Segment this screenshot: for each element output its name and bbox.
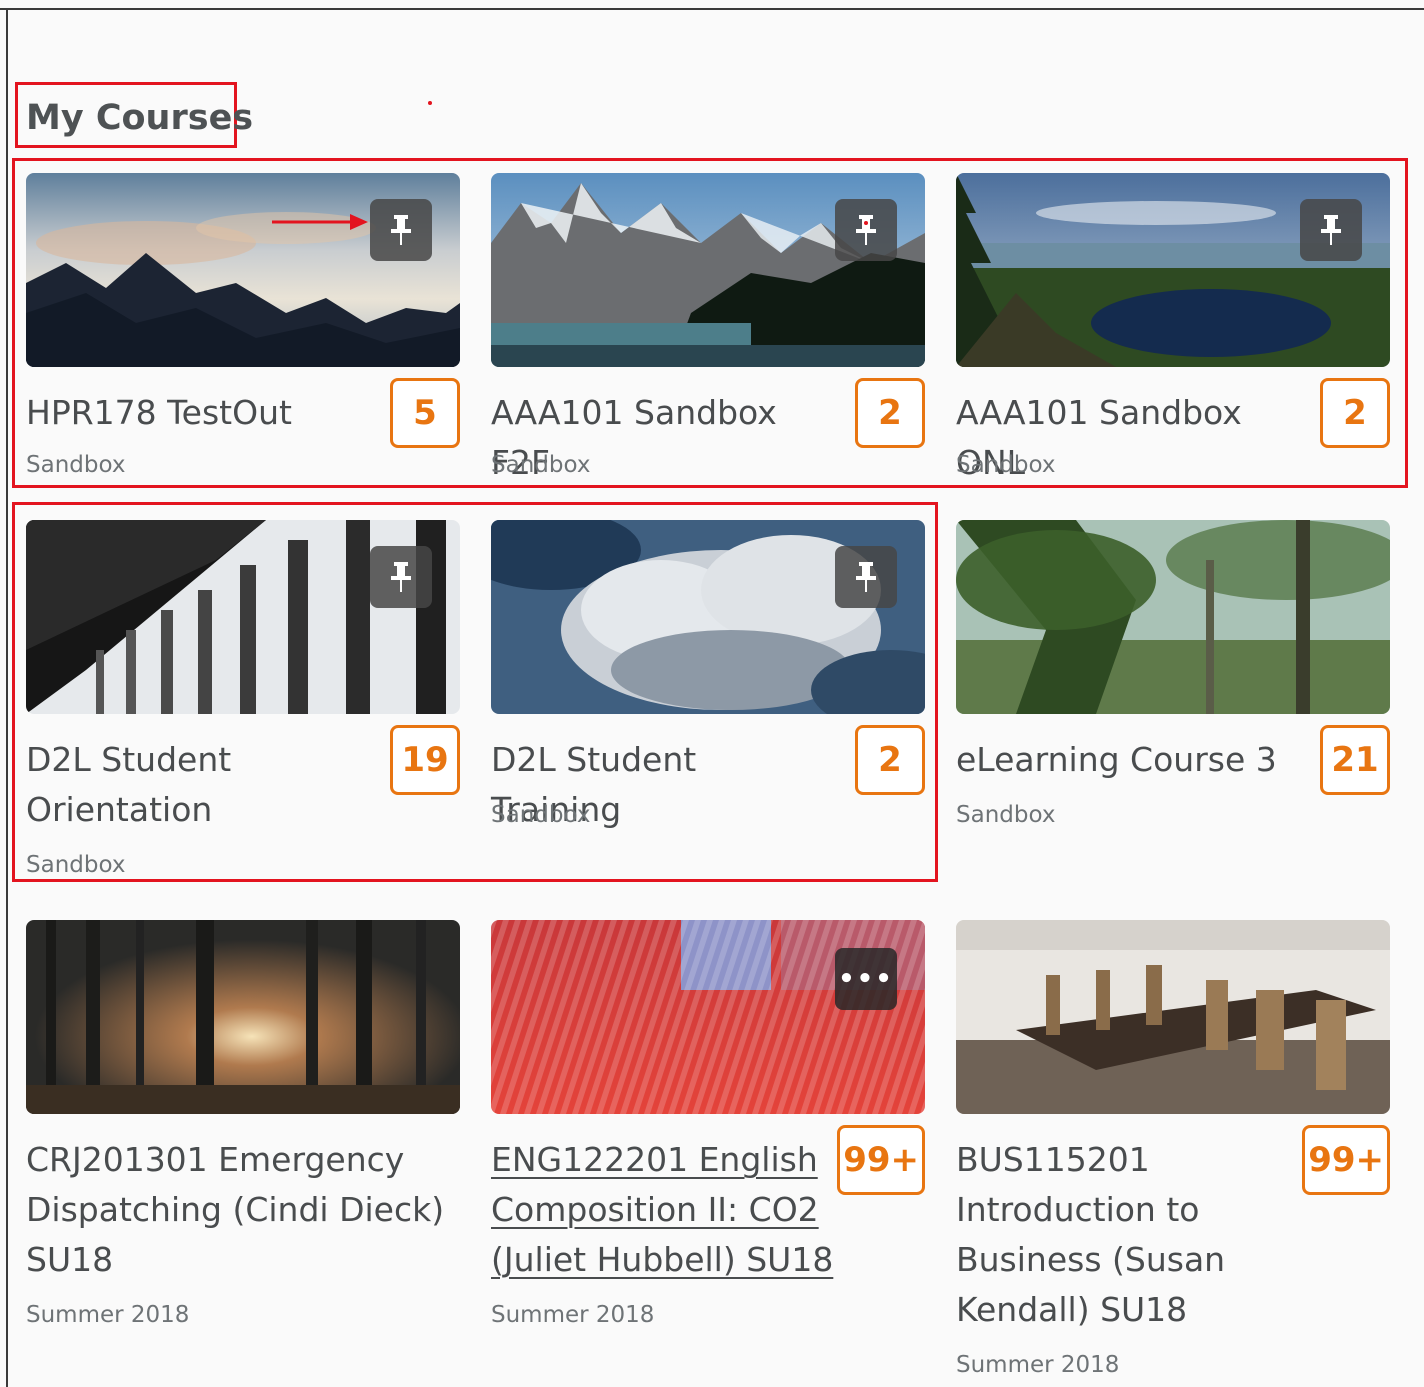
notification-badge[interactable]: 2 [855,725,925,795]
window-top-border [0,8,1424,10]
course-image-snowy-peaks-lake[interactable] [491,173,925,367]
course-image-corrugated-metal[interactable]: ••• [491,920,925,1114]
course-image-building-columns[interactable] [26,520,460,714]
course-name[interactable]: BUS115201 Introduction to Business (Susa… [956,1135,1301,1335]
course-image-mossy-forest[interactable] [956,520,1390,714]
course-semester: Sandbox [956,802,1056,828]
notification-badge[interactable]: 99+ [837,1125,925,1195]
course-image-mountain-sunset[interactable] [26,173,460,367]
more-options-button[interactable]: ••• [835,948,897,1010]
course-semester: Sandbox [26,852,126,878]
course-card[interactable]: ••• ENG122201 English Composition II: CO… [491,920,925,1328]
course-card[interactable]: AAA101 Sandbox ONL 2 Sandbox [956,173,1390,482]
course-card[interactable]: D2L Student Training 2 Sandbox [491,520,925,829]
course-name[interactable]: HPR178 TestOut [26,388,371,438]
course-semester: Summer 2018 [956,1352,1120,1378]
pin-icon [1321,215,1341,245]
pin-button[interactable] [370,199,432,261]
pin-button[interactable] [370,546,432,608]
notification-badge[interactable]: 19 [390,725,460,795]
course-card[interactable]: CRJ201301 Emergency Dispatching (Cindi D… [26,920,460,1328]
notification-badge[interactable]: 99+ [1302,1125,1390,1195]
course-image-sunlit-forest[interactable] [26,920,460,1114]
annotation-arrow [272,214,368,230]
course-semester: Summer 2018 [491,1302,655,1328]
course-card[interactable]: eLearning Course 3 21 Sandbox [956,520,1390,828]
course-semester: Sandbox [956,452,1056,478]
annotation-dot [428,101,432,105]
course-semester: Sandbox [491,452,591,478]
notification-badge[interactable]: 2 [1320,378,1390,448]
notification-badge[interactable]: 5 [390,378,460,448]
course-semester: Sandbox [491,802,591,828]
notification-badge[interactable]: 2 [855,378,925,448]
pin-button[interactable] [835,546,897,608]
course-semester: Sandbox [26,452,126,478]
course-image-conference-room[interactable] [956,920,1390,1114]
course-name[interactable]: CRJ201301 Emergency Dispatching (Cindi D… [26,1135,446,1285]
course-image-forest-lake[interactable] [956,173,1390,367]
pin-icon [391,215,411,245]
notification-badge[interactable]: 21 [1320,725,1390,795]
course-card[interactable]: D2L Student Orientation 19 Sandbox [26,520,460,878]
course-card[interactable]: BUS115201 Introduction to Business (Susa… [956,920,1390,1378]
course-name[interactable]: eLearning Course 3 [956,735,1301,785]
pin-button[interactable] [1300,199,1362,261]
course-semester: Summer 2018 [26,1302,190,1328]
pin-button[interactable] [835,199,897,261]
window-left-border [6,8,8,1387]
pin-icon [856,215,876,245]
page-title: My Courses [26,98,254,138]
course-card[interactable]: AAA101 Sandbox F2F 2 Sandbox [491,173,925,482]
pin-icon [391,562,411,592]
course-name[interactable]: D2L Student Orientation [26,735,371,835]
course-card[interactable]: HPR178 TestOut 5 Sandbox [26,173,460,478]
course-image-clouds[interactable] [491,520,925,714]
course-name-link[interactable]: ENG122201 English Composition II: CO2 (J… [491,1135,836,1285]
pin-icon [856,562,876,592]
